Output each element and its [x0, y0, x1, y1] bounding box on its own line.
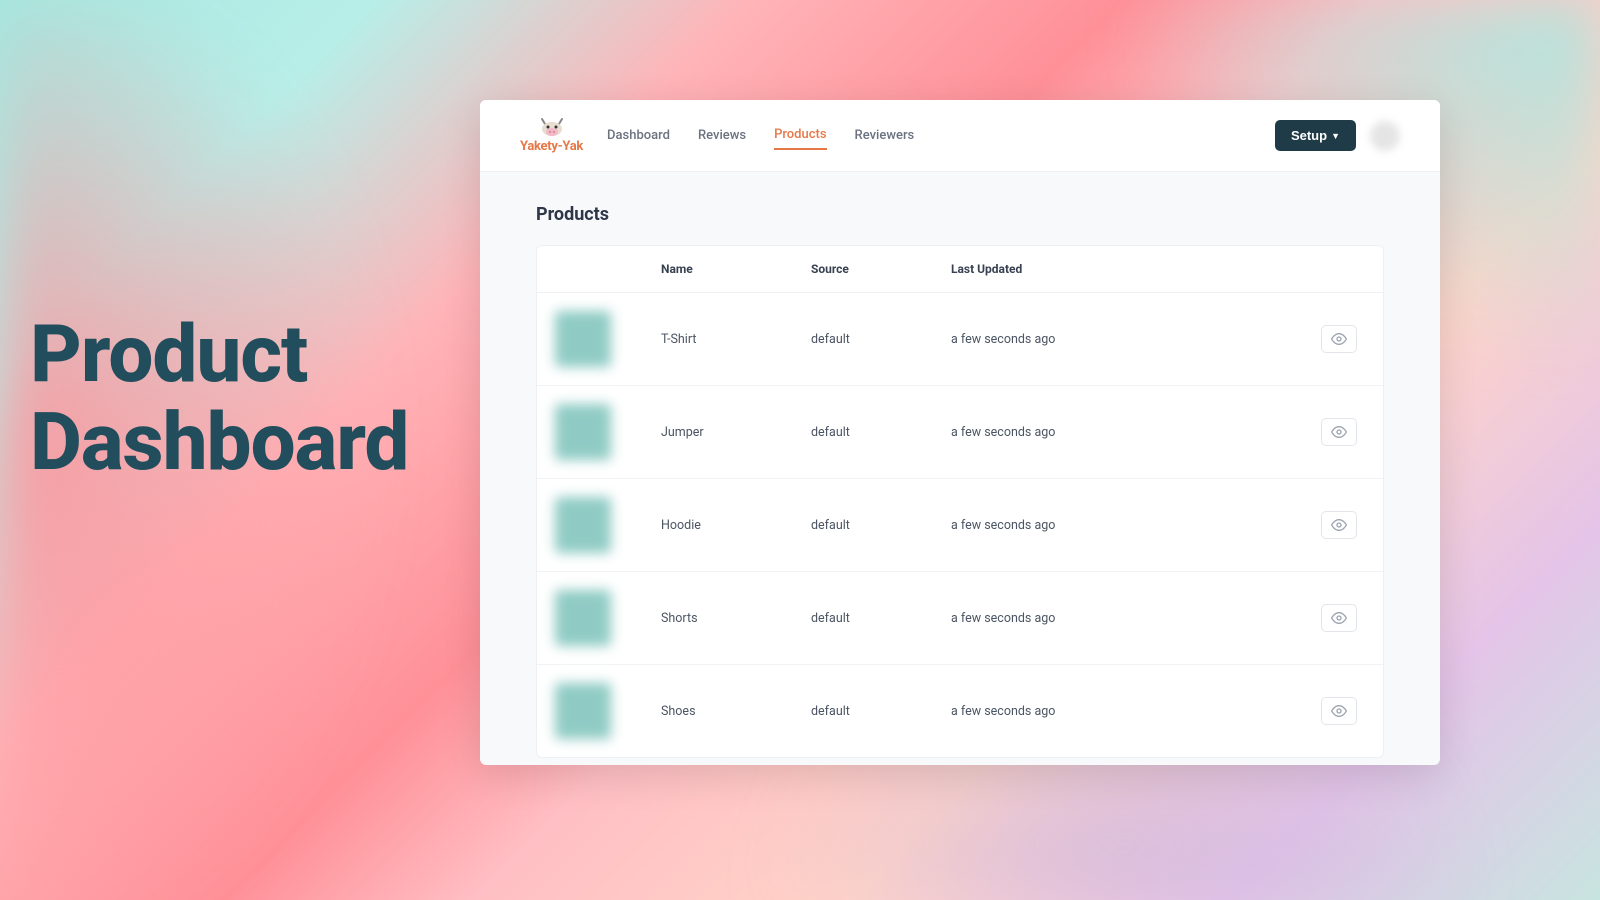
brand-name: Yakety-Yak: [520, 139, 583, 154]
setup-button[interactable]: Setup ▼: [1275, 120, 1356, 151]
product-source: default: [797, 479, 937, 572]
eye-icon: [1331, 610, 1347, 626]
content-area: Products Name Source Last Updated T-Shir: [480, 172, 1440, 765]
nav-reviews[interactable]: Reviews: [698, 122, 746, 149]
product-thumbnail: [555, 590, 611, 646]
chevron-down-icon: ▼: [1331, 131, 1340, 141]
slide-title: Product Dashboard: [30, 310, 408, 486]
slide-title-line2: Dashboard: [30, 398, 408, 486]
col-name: Name: [647, 246, 797, 293]
main-nav: Dashboard Reviews Products Reviewers: [607, 121, 914, 150]
yak-icon: [538, 117, 566, 137]
product-name: T-Shirt: [647, 293, 797, 386]
table-row: T-Shirt default a few seconds ago: [537, 293, 1383, 386]
eye-icon: [1331, 424, 1347, 440]
view-button[interactable]: [1321, 697, 1357, 725]
nav-reviewers[interactable]: Reviewers: [855, 122, 915, 149]
product-source: default: [797, 665, 937, 758]
product-source: default: [797, 572, 937, 665]
brand-logo[interactable]: Yakety-Yak: [520, 117, 583, 154]
eye-icon: [1331, 517, 1347, 533]
product-source: default: [797, 386, 937, 479]
topbar: Yakety-Yak Dashboard Reviews Products Re…: [480, 100, 1440, 172]
nav-products[interactable]: Products: [774, 121, 826, 150]
product-thumbnail: [555, 683, 611, 739]
view-button[interactable]: [1321, 511, 1357, 539]
table-row: Shoes default a few seconds ago: [537, 665, 1383, 758]
table-row: Shorts default a few seconds ago: [537, 572, 1383, 665]
product-source: default: [797, 293, 937, 386]
product-updated: a few seconds ago: [937, 665, 1303, 758]
table-row: Hoodie default a few seconds ago: [537, 479, 1383, 572]
products-table: Name Source Last Updated T-Shirt default…: [537, 246, 1383, 757]
product-updated: a few seconds ago: [937, 293, 1303, 386]
nav-dashboard[interactable]: Dashboard: [607, 122, 670, 149]
page-title: Products: [536, 204, 1384, 225]
col-updated: Last Updated: [937, 246, 1303, 293]
product-name: Shorts: [647, 572, 797, 665]
view-button[interactable]: [1321, 418, 1357, 446]
col-source: Source: [797, 246, 937, 293]
product-thumbnail: [555, 311, 611, 367]
product-name: Jumper: [647, 386, 797, 479]
view-button[interactable]: [1321, 325, 1357, 353]
product-thumbnail: [555, 404, 611, 460]
product-name: Hoodie: [647, 479, 797, 572]
eye-icon: [1331, 331, 1347, 347]
product-updated: a few seconds ago: [937, 572, 1303, 665]
col-action: [1303, 246, 1383, 293]
setup-button-label: Setup: [1291, 128, 1327, 143]
product-thumbnail: [555, 497, 611, 553]
col-thumbnail: [537, 246, 647, 293]
products-table-card: Name Source Last Updated T-Shirt default…: [536, 245, 1384, 758]
app-window: Yakety-Yak Dashboard Reviews Products Re…: [480, 100, 1440, 765]
product-updated: a few seconds ago: [937, 479, 1303, 572]
avatar[interactable]: [1370, 121, 1400, 151]
product-name: Shoes: [647, 665, 797, 758]
slide-title-line1: Product: [30, 310, 408, 398]
topbar-right: Setup ▼: [1275, 120, 1400, 151]
view-button[interactable]: [1321, 604, 1357, 632]
product-updated: a few seconds ago: [937, 386, 1303, 479]
table-row: Jumper default a few seconds ago: [537, 386, 1383, 479]
eye-icon: [1331, 703, 1347, 719]
